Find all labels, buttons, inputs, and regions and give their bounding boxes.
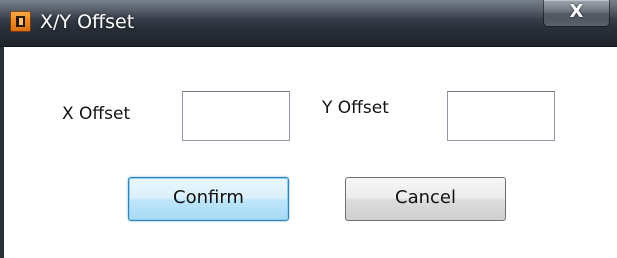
x-offset-input[interactable] [182,91,290,141]
xy-offset-dialog: X/Y Offset X X Offset Y Offset Confirm C… [0,0,617,258]
close-button[interactable]: X [543,0,610,27]
window-left-border [0,47,4,258]
y-offset-label: Y Offset [322,98,389,118]
title-bar[interactable]: X/Y Offset X [0,0,617,47]
close-icon: X [569,1,584,22]
cancel-button[interactable]: Cancel [345,177,506,221]
window-title: X/Y Offset [40,11,135,33]
x-offset-label: X Offset [62,104,131,124]
app-icon[interactable] [10,11,31,32]
y-offset-input[interactable] [447,91,555,141]
confirm-button[interactable]: Confirm [128,177,289,221]
